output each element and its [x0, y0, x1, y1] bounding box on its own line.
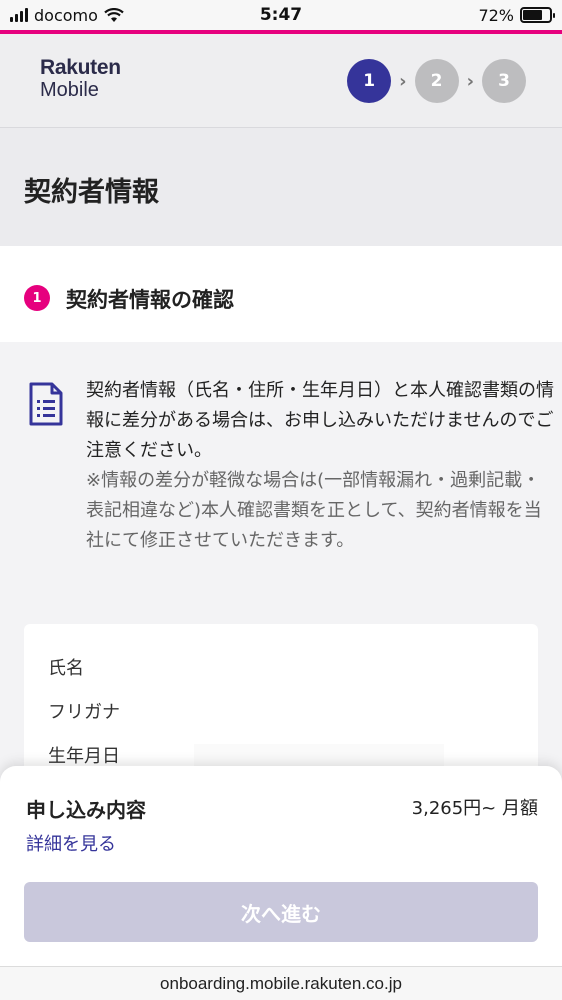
page-title-bar: 契約者情報 [0, 128, 562, 246]
step-indicator: 1 › 2 › 3 [347, 59, 526, 103]
logo-line1: Rakuten [40, 56, 121, 79]
notice-main-text: 契約者情報（氏名・住所・生年月日）と本人確認書類の情報に差分がある場合は、お申し… [86, 380, 554, 461]
chevron-right-icon: › [466, 70, 474, 92]
battery-icon [520, 7, 555, 23]
signal-icon [10, 8, 28, 22]
battery-percent: 72% [478, 5, 514, 25]
carrier-name: docomo [34, 5, 98, 25]
status-bar: docomo 5:47 72% [0, 0, 562, 30]
next-button[interactable]: 次へ進む [24, 882, 538, 942]
page-title: 契約者情報 [24, 177, 159, 208]
step-3: 3 [482, 59, 526, 103]
clock: 5:47 [259, 5, 303, 25]
section-header: 1 契約者情報の確認 [0, 246, 562, 342]
url-text: onboarding.mobile.rakuten.co.jp [160, 973, 402, 993]
view-details-link[interactable]: 詳細を見る [26, 830, 116, 856]
document-icon [29, 382, 63, 426]
notice-sub-text: ※情報の差分が軽微な場合は(一部情報漏れ・過剰記載・表記相違など)本人確認書類を… [86, 470, 542, 551]
kana-label: フリガナ [48, 702, 120, 723]
summary-title: 申し込み内容 [26, 798, 146, 822]
rakuten-mobile-logo[interactable]: Rakuten Mobile [40, 56, 121, 101]
dob-label: 生年月日 [48, 746, 120, 767]
status-right: 72% [478, 5, 555, 25]
section-number-badge: 1 [24, 285, 50, 311]
name-label: 氏名 [48, 658, 84, 679]
browser-url-bar[interactable]: onboarding.mobile.rakuten.co.jp [0, 966, 562, 1000]
step-1: 1 [347, 59, 392, 103]
section-title: 契約者情報の確認 [66, 288, 234, 312]
chevron-right-icon: › [399, 70, 407, 92]
order-summary-sheet: 申し込み内容 3,265円~ 月額 詳細を見る 次へ進む [0, 766, 562, 966]
monthly-price: 3,265円~ 月額 [411, 798, 538, 819]
logo-line2: Mobile [40, 79, 99, 102]
status-left: docomo [10, 6, 124, 25]
app-header: Rakuten Mobile 1 › 2 › 3 [0, 34, 562, 128]
wifi-icon [104, 7, 124, 22]
step-2: 2 [414, 59, 459, 103]
